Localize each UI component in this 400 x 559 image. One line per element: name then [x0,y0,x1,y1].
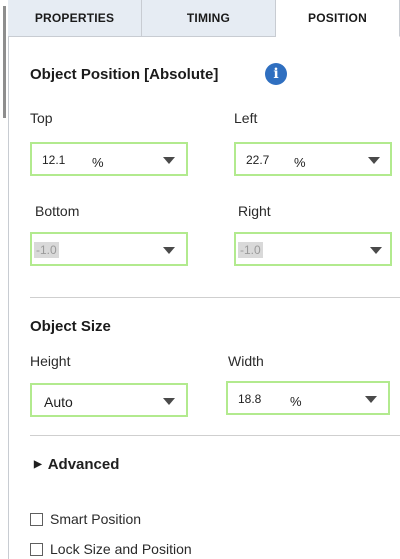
chevron-down-icon [163,398,175,405]
width-value: 18.8 [238,392,262,406]
chevron-down-icon [368,157,380,164]
tab-position[interactable]: POSITION [276,0,400,37]
bottom-label: Bottom [35,203,80,219]
bottom-value: -1.0 [34,242,59,258]
triangle-right-icon: ▶ [34,459,42,470]
smart-position-checkbox[interactable]: Smart Position [30,511,141,527]
panel-border [8,37,9,559]
left-unit: % [294,155,306,170]
width-field[interactable]: 18.8 % [226,381,390,415]
width-label: Width [228,353,264,369]
section-divider [30,435,400,436]
checkbox-box[interactable] [30,512,43,526]
bottom-field[interactable]: -1.0 [30,232,188,266]
height-field[interactable]: Auto [30,383,188,417]
height-value: Auto [44,394,73,410]
checkbox-box[interactable] [30,542,43,556]
tab-bar: PROPERTIES TIMING POSITION [8,0,400,37]
advanced-label: Advanced [47,456,120,473]
smart-position-label: Smart Position [50,511,142,527]
top-label: Top [30,110,53,126]
position-section-title: Object Position [Absolute] [30,66,219,83]
chevron-down-icon [163,247,175,254]
tab-properties[interactable]: PROPERTIES [8,0,142,37]
top-unit: % [92,155,104,170]
section-divider [30,297,400,298]
size-section-title: Object Size [30,318,111,335]
chevron-down-icon [370,247,382,254]
scrollbar-thumb[interactable] [3,6,6,118]
left-field[interactable]: 22.7 % [234,142,392,176]
right-label: Right [238,203,271,219]
right-value: -1.0 [238,242,263,258]
right-field[interactable]: -1.0 [234,232,392,266]
chevron-down-icon [163,157,175,164]
top-value: 12.1 [42,153,66,167]
advanced-toggle[interactable]: ▶ Advanced [34,456,119,473]
left-label: Left [234,110,258,126]
lock-size-position-checkbox[interactable]: Lock Size and Position [30,541,192,557]
height-label: Height [30,353,71,369]
info-icon[interactable]: i [265,63,287,85]
chevron-down-icon [365,396,377,403]
left-value: 22.7 [246,153,270,167]
tab-timing[interactable]: TIMING [142,0,276,37]
width-unit: % [290,394,302,409]
lock-size-position-label: Lock Size and Position [50,541,192,557]
top-field[interactable]: 12.1 % [30,142,188,176]
